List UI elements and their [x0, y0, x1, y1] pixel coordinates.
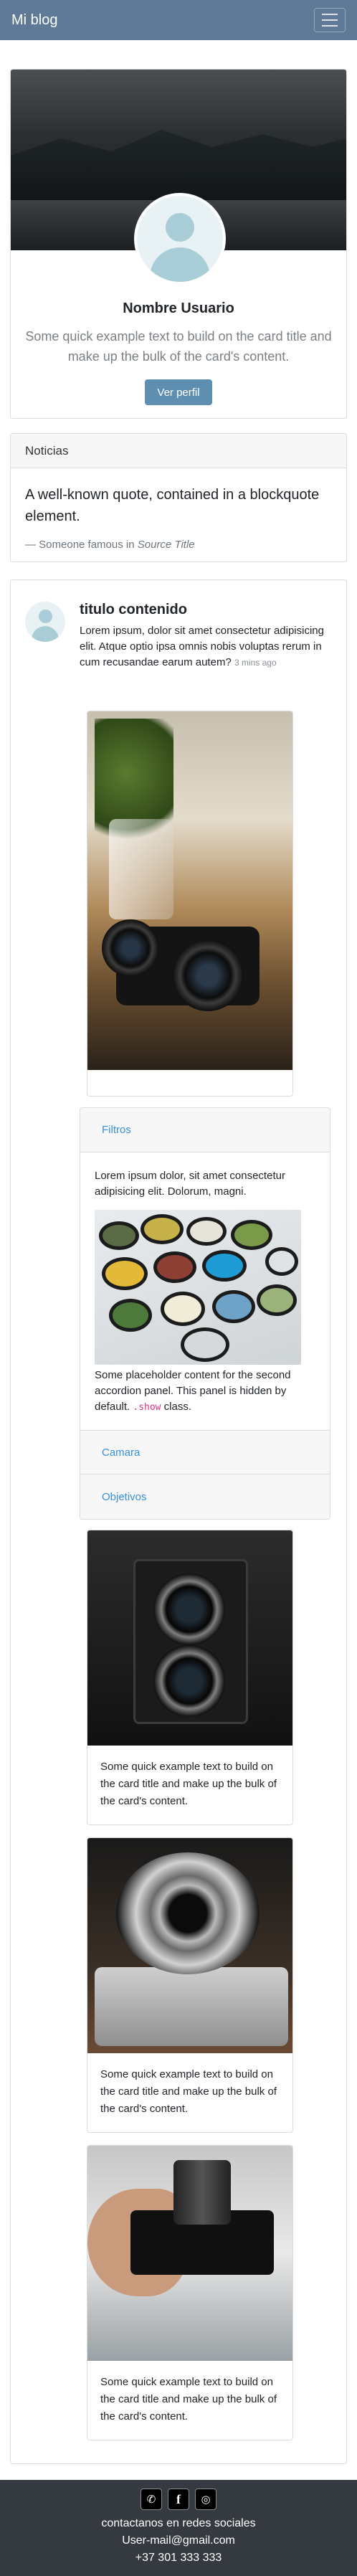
- accordion-item-filtros[interactable]: Filtros: [80, 1108, 330, 1152]
- profile-card: Nombre Usuario Some quick example text t…: [10, 69, 347, 419]
- card-text: Some quick example text to build on the …: [100, 2376, 277, 2423]
- post-card: titulo contenido Lorem ipsum, dolor sit …: [10, 579, 347, 2464]
- social-icons: ✆ f ◎: [141, 2489, 216, 2510]
- card-text: Some quick example text to build on the …: [100, 2068, 277, 2115]
- filters-photo: [95, 1210, 301, 1365]
- footer: ✆ f ◎ contactanos en redes sociales User…: [0, 2480, 357, 2576]
- post-title: titulo contenido: [80, 602, 187, 617]
- whatsapp-icon[interactable]: ✆: [141, 2489, 162, 2510]
- navbar: Mi blog: [0, 0, 357, 40]
- phone-text: +37 301 333 333: [135, 2552, 222, 2564]
- lens-photo: [87, 1838, 292, 2053]
- facebook-icon[interactable]: f: [168, 2489, 189, 2510]
- hamburger-icon: [322, 14, 338, 15]
- accordion-item-camara[interactable]: Camara: [80, 1430, 330, 1474]
- accordion-panel: Lorem ipsum dolor, sit amet consectetur …: [80, 1152, 330, 1430]
- card-text: Some quick example text to build on the …: [100, 1761, 277, 1807]
- email-text: User-mail@gmail.com: [122, 2534, 235, 2547]
- navbar-toggler-button[interactable]: [314, 8, 346, 32]
- camera-photo: [87, 711, 292, 1070]
- social-text: contactanos en redes sociales: [101, 2517, 256, 2529]
- accordion: Filtros Lorem ipsum dolor, sit amet cons…: [80, 1107, 330, 1520]
- show-class-code: .show: [133, 1402, 161, 1413]
- brand-link[interactable]: Mi blog: [11, 12, 57, 29]
- post-avatar-icon: [25, 602, 65, 642]
- blockquote-text: A well-known quote, contained in a block…: [25, 487, 320, 524]
- vintage-camera-photo: [87, 1530, 292, 1746]
- profile-name: Nombre Usuario: [123, 300, 234, 316]
- post-time: 3 mins ago: [234, 658, 277, 668]
- camera-image-card: [87, 711, 293, 1097]
- profile-description: Some quick example text to build on the …: [25, 329, 332, 364]
- accordion-item-objetivos[interactable]: Objetivos: [80, 1474, 330, 1519]
- user-icon: [137, 196, 223, 282]
- image-card: Some quick example text to build on the …: [87, 1530, 293, 1825]
- view-profile-button[interactable]: Ver perfil: [145, 379, 212, 405]
- news-header: Noticias: [11, 434, 346, 468]
- hand-camera-photo: [87, 2146, 292, 2361]
- accordion-body-text: Lorem ipsum dolor, sit amet consectetur …: [95, 1170, 285, 1198]
- source-title: Source Title: [137, 539, 195, 551]
- image-card: Some quick example text to build on the …: [87, 1837, 293, 2133]
- blockquote-footer: — Someone famous in Source Title: [25, 539, 195, 551]
- instagram-icon[interactable]: ◎: [195, 2489, 216, 2510]
- news-card: Noticias A well-known quote, contained i…: [10, 433, 347, 562]
- image-card: Some quick example text to build on the …: [87, 2145, 293, 2440]
- profile-avatar: [134, 193, 226, 285]
- post-body: Lorem ipsum, dolor sit amet consectetur …: [80, 625, 324, 668]
- accordion-panel-text: Some placeholder content for the second …: [95, 1369, 291, 1413]
